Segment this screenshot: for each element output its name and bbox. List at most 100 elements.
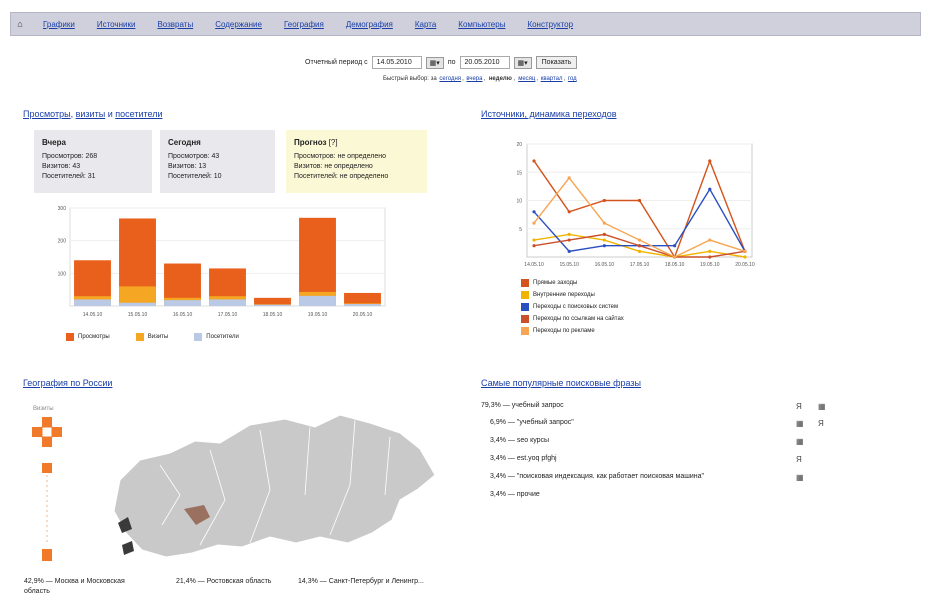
- phrase-text: прочие: [516, 491, 540, 498]
- legend-swatch-visits: [135, 333, 144, 341]
- card-title: Вчера: [42, 138, 66, 147]
- phrase-pct: 79,3%: [481, 402, 501, 409]
- y-tick-label: 5: [519, 227, 522, 233]
- visitors-link[interactable]: посетители: [115, 109, 162, 119]
- help-icon[interactable]: [?]: [329, 138, 338, 147]
- nav-link-graphs[interactable]: Графики: [43, 20, 75, 29]
- geo-section-title: География по России: [23, 378, 112, 388]
- phrase-pct: 3,4%: [490, 473, 506, 480]
- legend-swatch: [521, 315, 529, 323]
- card-line: Просмотров: 43: [168, 153, 220, 160]
- nav-link-demography[interactable]: Демография: [346, 20, 393, 29]
- nav-link-returns[interactable]: Возвраты: [157, 20, 193, 29]
- sources-line-chart: 5 10 15 20 14.05.10 15.05.10 16.05.10 17.05.10 1…: [516, 142, 754, 268]
- date-to-field[interactable]: 20.05.2010: [459, 56, 510, 69]
- series-point: [602, 232, 606, 236]
- yesterday-card: Вчера Просмотров: 268 Визитов: 43 Посети…: [34, 130, 152, 193]
- sources-section-title: Источники, динамика переходов: [481, 109, 617, 119]
- series-point: [567, 238, 571, 242]
- series-point: [637, 198, 642, 203]
- phrase-item: 79,3% — учебный запрос: [481, 402, 564, 409]
- x-tick-label: 15.05.10: [128, 312, 148, 318]
- russia-map[interactable]: [100, 405, 440, 570]
- card-line: Просмотров: не определено: [294, 153, 386, 160]
- search-engine-yandex-icon[interactable]: Я: [818, 419, 824, 428]
- y-tick-label: 100: [58, 271, 67, 277]
- nav-link-geography[interactable]: География: [284, 20, 324, 29]
- period-label: Отчетный период с: [305, 59, 368, 66]
- nav-link-constructor[interactable]: Конструктор: [527, 20, 573, 29]
- series-point: [602, 244, 606, 248]
- bar-visitors: [164, 300, 201, 306]
- today-card: Сегодня Просмотров: 43 Визитов: 13 Посет…: [160, 130, 275, 193]
- x-tick-label: 19.05.10: [308, 312, 328, 318]
- series-point: [567, 249, 571, 253]
- search-engine-yandex-icon[interactable]: Я: [796, 402, 802, 411]
- bar-visitors: [254, 304, 291, 306]
- quick-today-link[interactable]: сегодня: [439, 76, 461, 82]
- region-pct: 42,9%: [24, 578, 44, 585]
- search-engine-google-icon[interactable]: ▦: [796, 437, 804, 446]
- card-line: Посетителей: не определено: [294, 173, 389, 180]
- nav-link-computers[interactable]: Компьютеры: [458, 20, 505, 29]
- phrase-dash: —: [507, 455, 515, 462]
- y-tick-label: 10: [516, 199, 522, 205]
- nav-link-content[interactable]: Содержание: [215, 20, 262, 29]
- series-point: [637, 244, 642, 248]
- phrases-link[interactable]: Самые популярные поисковые фразы: [481, 378, 641, 388]
- views-link[interactable]: Просмотры: [23, 109, 71, 119]
- geo-link[interactable]: География по России: [23, 378, 112, 388]
- quick-week-active: неделю: [488, 76, 512, 82]
- series-point: [708, 159, 712, 163]
- calendar-to-icon[interactable]: ▦▾: [513, 56, 532, 69]
- card-line: Посетителей: 31: [42, 173, 96, 180]
- calendar-from-icon[interactable]: ▦▾: [425, 56, 444, 69]
- nav-link-map[interactable]: Карта: [415, 20, 436, 29]
- quick-year-link[interactable]: год: [568, 76, 577, 82]
- quick-quarter-link[interactable]: квартал: [541, 76, 563, 82]
- region-name: Санкт-Петербург и Ленингр...: [328, 578, 424, 585]
- show-button[interactable]: Показать: [535, 56, 578, 69]
- legend-swatch-views: [66, 333, 74, 341]
- traffic-legend: Просмотры Визиты Посетители: [66, 333, 239, 341]
- region-name: Ростовская область: [206, 578, 272, 585]
- x-tick-label: 14.05.10: [83, 312, 103, 318]
- legend-item: Переходы по рекламе: [521, 327, 624, 335]
- traffic-section-title: Просмотры, визиты и посетители: [23, 109, 162, 119]
- quick-yesterday-link[interactable]: вчера: [466, 76, 482, 82]
- search-engine-google-icon[interactable]: ▦: [818, 402, 826, 411]
- zoom-control[interactable]: [30, 415, 64, 570]
- legend-label-views: Просмотры: [78, 334, 110, 340]
- region-pct: 14,3%: [298, 578, 318, 585]
- traffic-bar-chart: 100 200 300 14.05.10 15.05.10 16.05.10 17.05.1…: [58, 206, 386, 318]
- legend-label: Переходы по ссылкам на сайтах: [533, 316, 624, 322]
- card-line: Просмотров: 268: [42, 153, 98, 160]
- sources-link[interactable]: Источники, динамика переходов: [481, 109, 617, 119]
- phrase-dash: —: [507, 437, 515, 444]
- x-tick-label: 17.05.10: [218, 312, 238, 318]
- quick-month-link[interactable]: месяц: [518, 76, 535, 82]
- title-separator-and: и: [107, 109, 113, 119]
- x-tick-label: 19.05.10: [700, 262, 720, 268]
- phrases-section-title: Самые популярные поисковые фразы: [481, 378, 641, 388]
- phrase-dash: —: [507, 473, 515, 480]
- search-engine-google-icon[interactable]: ▦: [796, 473, 804, 482]
- phrase-item: 3,4% — est.yoq pfghj: [490, 455, 557, 462]
- phrase-dash: —: [507, 491, 515, 498]
- nav-link-sources[interactable]: Источники: [97, 20, 136, 29]
- home-icon[interactable]: ⌂: [11, 19, 29, 29]
- phrase-pct: 3,4%: [490, 491, 506, 498]
- series-point: [532, 244, 536, 248]
- card-line: Визитов: 13: [168, 163, 207, 170]
- phrase-text: учебный запрос: [511, 402, 564, 409]
- series-point: [532, 159, 536, 163]
- search-engine-yandex-icon[interactable]: Я: [796, 455, 802, 464]
- date-from-field[interactable]: 14.05.2010: [371, 56, 422, 69]
- search-engine-google-icon[interactable]: ▦: [796, 419, 804, 428]
- phrase-item: 3,4% — прочие: [490, 491, 540, 498]
- series-point: [532, 238, 536, 242]
- visits-link[interactable]: визиты: [76, 109, 106, 119]
- card-line: Посетителей: 10: [168, 173, 222, 180]
- quick-select-prefix: за: [430, 76, 437, 82]
- series-point: [708, 238, 712, 242]
